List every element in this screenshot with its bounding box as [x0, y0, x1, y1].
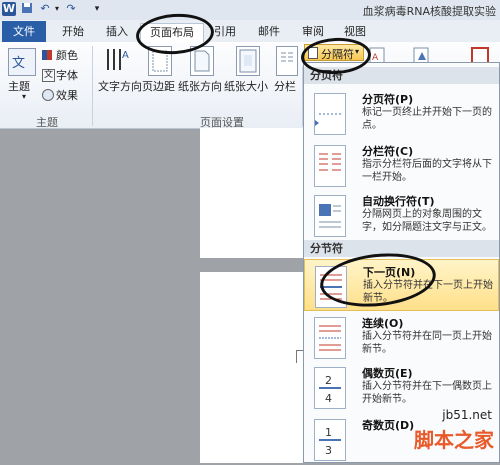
page-break-icon [314, 93, 346, 135]
menu-section-header: 分页符 [304, 67, 499, 84]
tab-review[interactable]: 审阅 [296, 23, 330, 41]
margins-button[interactable]: 页边距 [142, 78, 175, 94]
margins-icon[interactable] [148, 46, 172, 76]
tab-page-layout[interactable]: 页面布局 [140, 23, 204, 43]
odd-page-icon: 13 [314, 419, 346, 461]
next-page-icon [315, 266, 347, 308]
size-button[interactable]: 纸张大小 [224, 78, 268, 94]
breaks-menu: 分页符 分页符(P) 标记一页终止并开始下一页的点。 分栏符(C) 指示分栏符后… [303, 62, 500, 463]
watermark-site: jb51.net [442, 408, 492, 422]
fonts-button[interactable]: 字体 [56, 67, 78, 83]
effects-button[interactable]: 效果 [56, 87, 78, 103]
continuous-icon [314, 317, 346, 359]
menu-item-next-page[interactable]: 下一页(N) 插入分节符并在下一页上开始新节。 [304, 259, 499, 311]
breaks-button[interactable]: 分隔符 ▾ [304, 44, 364, 61]
watermark-logo: 脚本之家 [414, 428, 494, 452]
breaks-label: 分隔符 [321, 48, 354, 61]
menu-item-title: 分栏符(C) [362, 145, 414, 158]
menu-item-desc: 分隔网页上的对象周围的文字，如分隔题注文字与正文。 [362, 209, 492, 233]
group-separator [92, 46, 93, 126]
chevron-down-icon[interactable]: ▾ [22, 92, 26, 101]
tab-insert[interactable]: 插入 [100, 23, 134, 41]
document-page[interactable] [200, 272, 305, 463]
tab-references[interactable]: 引用 [208, 23, 242, 41]
fonts-icon: 文 [42, 69, 55, 82]
window-title: 血浆病毒RNA核酸提取实验 [362, 5, 496, 18]
tab-home[interactable]: 开始 [56, 23, 90, 41]
menu-section-header: 分节符 [304, 240, 499, 257]
columns-icon[interactable] [276, 46, 298, 76]
orientation-icon[interactable] [190, 46, 214, 76]
title-bar: W ↶ ▾ ↷ ▾ 血浆病毒RNA核酸提取实验 [0, 0, 500, 21]
word-logo-icon[interactable]: W [2, 2, 16, 16]
text-direction-button[interactable]: 文字方向 [98, 78, 142, 94]
menu-item-continuous[interactable]: 连续(O) 插入分节符并在同一页上开始新节。 [304, 311, 499, 363]
svg-text:文: 文 [12, 56, 25, 71]
menu-item-title: 偶数页(E) [362, 367, 413, 380]
text-wrapping-icon [314, 195, 346, 237]
menu-item-title: 连续(O) [362, 317, 404, 330]
menu-item-title: 分页符(P) [362, 93, 414, 106]
breaks-icon [308, 47, 318, 59]
orientation-button[interactable]: 纸张方向 [178, 78, 222, 94]
tab-mailings[interactable]: 邮件 [252, 23, 286, 41]
tab-view[interactable]: 视图 [338, 23, 372, 41]
themes-button[interactable]: 主题 [8, 78, 30, 94]
chevron-down-icon: ▾ [355, 47, 360, 56]
tab-file[interactable]: 文件 [2, 21, 46, 42]
colors-icon [42, 50, 52, 60]
text-direction-icon[interactable]: A [104, 46, 130, 74]
menu-item-desc: 插入分节符并在下一偶数页上开始新节。 [362, 381, 492, 405]
menu-item-even-page[interactable]: 24 偶数页(E) 插入分节符并在下一偶数页上开始新节。 [304, 361, 499, 413]
customize-qat-icon[interactable]: ▾ [90, 2, 104, 16]
save-icon[interactable] [20, 2, 34, 16]
menu-item-page-break[interactable]: 分页符(P) 标记一页终止并开始下一页的点。 [304, 87, 499, 139]
group-label-theme: 主题 [36, 116, 58, 129]
columns-button[interactable]: 分栏 [274, 78, 296, 94]
effects-icon [42, 89, 54, 101]
colors-button[interactable]: 颜色 [56, 47, 78, 63]
svg-text:2: 2 [325, 374, 332, 387]
menu-item-title: 下一页(N) [363, 266, 416, 279]
chevron-down-icon[interactable]: ▾ [50, 2, 64, 16]
svg-text:1: 1 [325, 426, 332, 439]
menu-item-text-wrapping-break[interactable]: 自动换行符(T) 分隔网页上的对象周围的文字，如分隔题注文字与正文。 [304, 189, 499, 241]
column-break-icon [314, 145, 346, 187]
menu-item-title: 自动换行符(T) [362, 195, 435, 208]
menu-item-desc: 插入分节符并在下一页上开始新节。 [363, 280, 493, 304]
svg-text:4: 4 [325, 392, 332, 405]
themes-icon[interactable]: 文 [8, 48, 36, 76]
menu-item-column-break[interactable]: 分栏符(C) 指示分栏符后面的文字将从下一栏开始。 [304, 139, 499, 191]
menu-item-desc: 指示分栏符后面的文字将从下一栏开始。 [362, 159, 492, 183]
menu-item-desc: 插入分节符并在同一页上开始新节。 [362, 331, 492, 355]
menu-item-desc: 标记一页终止并开始下一页的点。 [362, 107, 492, 131]
svg-text:3: 3 [325, 444, 332, 457]
menu-item-title: 奇数页(D) [362, 419, 415, 432]
redo-icon[interactable]: ↷ [64, 2, 78, 16]
even-page-icon: 24 [314, 367, 346, 409]
document-page[interactable] [200, 128, 304, 258]
ribbon-tabs: 文件 开始 插入 页面布局 引用 邮件 审阅 视图 [0, 20, 500, 43]
svg-text:A: A [122, 50, 129, 61]
size-icon[interactable] [236, 46, 260, 76]
